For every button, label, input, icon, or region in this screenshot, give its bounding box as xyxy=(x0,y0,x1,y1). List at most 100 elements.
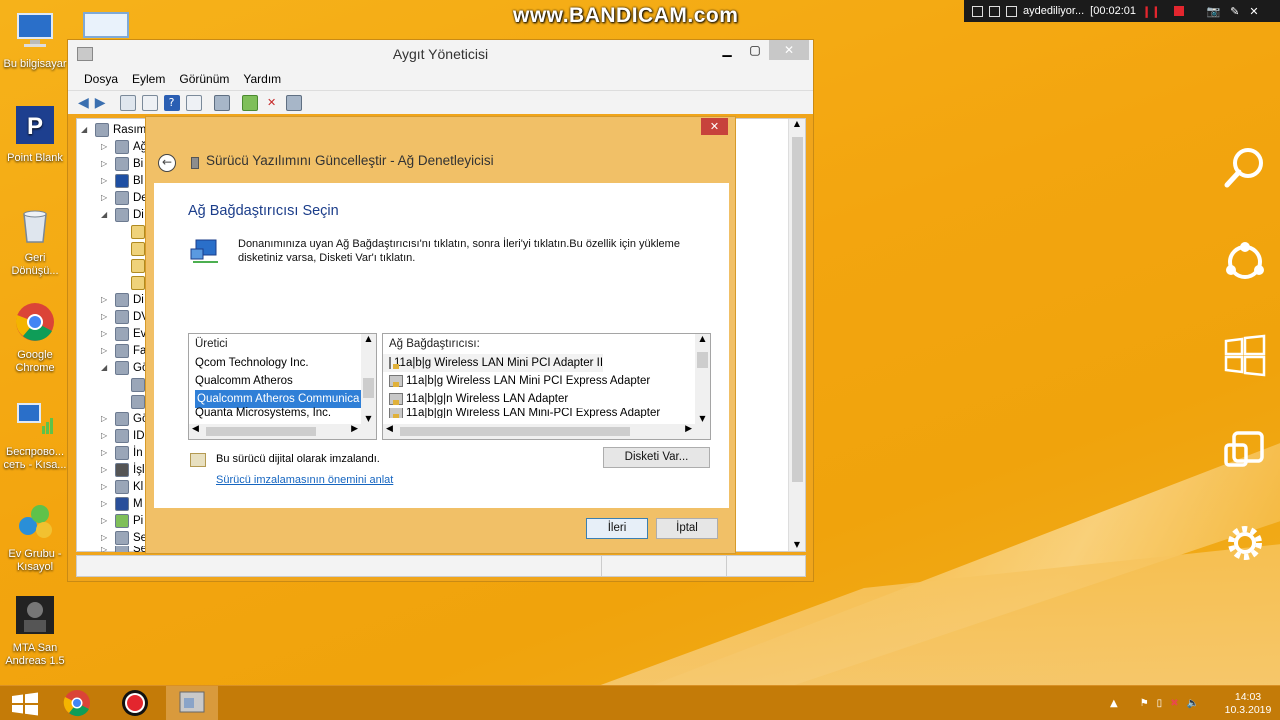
back-arrow-icon[interactable]: ◀ xyxy=(78,95,89,111)
expand-arrow-icon[interactable]: ▷ xyxy=(101,193,111,202)
menu-help[interactable]: Yardım xyxy=(243,72,281,86)
share-charm-icon[interactable] xyxy=(1222,239,1268,285)
stop-icon[interactable] xyxy=(1174,6,1185,16)
tree-item[interactable]: ◢ Di xyxy=(101,206,144,223)
scroll-right-icon[interactable]: ▶ xyxy=(685,424,692,434)
tree-item[interactable]: ▷ Se xyxy=(101,546,147,552)
desktop-icon-point-blank[interactable]: P Point Blank xyxy=(0,104,70,165)
collapse-arrow-icon[interactable]: ◢ xyxy=(101,363,111,372)
taskbar-clock[interactable]: 14:03 10.3.2019 xyxy=(1222,691,1274,717)
expand-arrow-icon[interactable]: ▷ xyxy=(101,176,111,185)
tray-expand-icon[interactable]: ▲ xyxy=(1110,698,1118,709)
desktop-icon-wireless[interactable]: Беспрово... сеть - Kısa... xyxy=(0,398,70,472)
close-button[interactable]: ✕ xyxy=(769,40,809,60)
scan-hardware-icon[interactable] xyxy=(213,94,230,111)
adapter-item[interactable]: 11a|b|g Wireless LAN Mini PCI Adapter II xyxy=(383,354,603,372)
expand-arrow-icon[interactable]: ▷ xyxy=(101,516,111,525)
tree-item[interactable]: ▷ Gö xyxy=(101,410,148,427)
expand-arrow-icon[interactable]: ▷ xyxy=(101,533,111,542)
window-mode-icon[interactable] xyxy=(972,5,983,17)
tree-scrollbar[interactable]: ▲ ▼ xyxy=(788,119,805,551)
help-icon[interactable]: ? xyxy=(163,94,180,111)
recorder-close-icon[interactable]: ✕ xyxy=(1249,5,1258,18)
network-tray-icon[interactable]: ✖ xyxy=(1170,698,1178,709)
tree-item[interactable]: ▷ Fa xyxy=(101,342,146,359)
adapter-vscrollbar[interactable]: ▲ ▼ xyxy=(695,334,710,439)
scroll-down-icon[interactable]: ▼ xyxy=(695,414,710,423)
action-center-flag-icon[interactable]: ⚑ xyxy=(1140,698,1149,709)
desktop-icon-homegroup[interactable]: Ev Grubu - Kısayol xyxy=(0,500,70,574)
tree-item[interactable]: ▷ DV xyxy=(101,308,149,325)
view-icon[interactable] xyxy=(141,94,158,111)
tree-item[interactable]: ▷ De xyxy=(101,189,148,206)
search-charm-icon[interactable] xyxy=(1222,145,1268,191)
scroll-down-icon[interactable]: ▼ xyxy=(361,414,376,423)
back-arrow-button[interactable]: ← xyxy=(158,154,176,172)
recorder-toolbar[interactable]: aydediliyor... [00:02:01 ❙❙ 📷 ✎ ✕ xyxy=(964,0,1280,22)
collapse-arrow-icon[interactable]: ◢ xyxy=(101,210,111,219)
menu-file[interactable]: Dosya xyxy=(84,72,118,86)
expand-arrow-icon[interactable]: ▷ xyxy=(101,448,111,457)
adapter-item[interactable]: 11a|b|g|n Wireless LAN Mini-PCI Express … xyxy=(383,408,710,418)
adapter-list[interactable]: Ağ Bağdaştırıcısı: 11a|b|g Wireless LAN … xyxy=(382,333,711,440)
manufacturer-list[interactable]: Üretici Qcom Technology Inc. Qualcomm At… xyxy=(188,333,377,440)
wizard-close-button[interactable]: ✕ xyxy=(701,118,728,135)
expand-arrow-icon[interactable]: ▷ xyxy=(101,465,111,474)
expand-arrow-icon[interactable]: ▷ xyxy=(101,159,111,168)
adapter-item[interactable]: 11a|b|g|n Wireless LAN Adapter xyxy=(383,390,710,408)
tree-item[interactable]: ▷ Kl xyxy=(101,478,143,495)
tree-item[interactable]: ▷ Ağ xyxy=(101,138,147,155)
scroll-thumb[interactable] xyxy=(697,352,708,368)
tree-root[interactable]: ◢ Rasım xyxy=(81,121,146,138)
tree-item[interactable]: ▷ ID xyxy=(101,427,145,444)
tree-item[interactable]: ▷ Bi xyxy=(101,155,143,172)
enable-device-icon[interactable] xyxy=(285,94,302,111)
expand-arrow-icon[interactable]: ▷ xyxy=(101,329,111,338)
tree-item[interactable]: ▷ Bl xyxy=(101,172,143,189)
scroll-down-icon[interactable]: ▼ xyxy=(789,540,805,549)
pen-icon[interactable]: ✎ xyxy=(1230,5,1239,18)
tree-item[interactable]: ▷ Ev xyxy=(101,325,146,342)
manufacturer-item[interactable]: Qualcomm Atheros xyxy=(189,372,376,390)
scroll-left-icon[interactable]: ◀ xyxy=(386,424,393,434)
tree-item[interactable] xyxy=(131,240,145,257)
tree-item[interactable]: ◢ Gö xyxy=(101,359,148,376)
maximize-button[interactable]: ▢ xyxy=(741,40,769,60)
settings-charm-icon[interactable] xyxy=(1222,520,1268,566)
scroll-left-icon[interactable]: ◀ xyxy=(192,424,199,434)
menu-view[interactable]: Görünüm xyxy=(179,72,229,86)
tree-item[interactable] xyxy=(131,393,145,410)
properties-icon[interactable] xyxy=(119,94,136,111)
desktop-icon-partial[interactable] xyxy=(83,12,129,38)
manufacturer-hscrollbar[interactable]: ◀ ▶ xyxy=(189,424,361,439)
expand-arrow-icon[interactable]: ▷ xyxy=(101,346,111,355)
battery-tray-icon[interactable]: ▯ xyxy=(1157,698,1163,709)
tree-item[interactable]: ▷ İşl xyxy=(101,461,145,478)
expand-arrow-icon[interactable]: ▷ xyxy=(101,312,111,321)
start-charm-icon[interactable] xyxy=(1222,333,1268,379)
scroll-up-icon[interactable]: ▲ xyxy=(695,334,710,343)
scroll-thumb[interactable] xyxy=(206,427,316,436)
cancel-button[interactable]: İptal xyxy=(656,518,718,539)
manufacturer-item[interactable]: Quanta Microsystems, Inc. xyxy=(189,407,376,419)
desktop-icon-mta[interactable]: MTA San Andreas 1.5 xyxy=(0,594,70,668)
tree-item[interactable]: ▷ Se xyxy=(101,529,147,546)
desktop-icon-recycle-bin[interactable]: Geri Dönüşü... xyxy=(0,204,70,278)
desktop-icon-this-pc[interactable]: Bu bilgisayar xyxy=(0,10,70,71)
manufacturer-item[interactable]: Qcom Technology Inc. xyxy=(189,354,376,372)
devices-charm-icon[interactable] xyxy=(1222,427,1268,473)
tree-item[interactable] xyxy=(131,257,145,274)
expand-arrow-icon[interactable]: ▷ xyxy=(101,414,111,423)
manufacturer-vscrollbar[interactable]: ▲ ▼ xyxy=(361,334,376,439)
have-disk-button[interactable]: Disketi Var... xyxy=(603,447,710,468)
region-mode-icon[interactable] xyxy=(989,5,1000,17)
scroll-thumb[interactable] xyxy=(792,137,803,482)
scroll-up-icon[interactable]: ▲ xyxy=(361,334,376,343)
start-button-icon[interactable] xyxy=(0,686,50,720)
bandicam-record-icon[interactable] xyxy=(110,686,160,720)
uninstall-icon[interactable]: ✕ xyxy=(264,95,280,111)
volume-tray-icon[interactable]: 🔈 xyxy=(1187,698,1199,709)
tree-item[interactable] xyxy=(131,376,145,393)
desktop-icon-chrome[interactable]: Google Chrome xyxy=(0,301,70,375)
chrome-icon[interactable] xyxy=(52,686,102,720)
